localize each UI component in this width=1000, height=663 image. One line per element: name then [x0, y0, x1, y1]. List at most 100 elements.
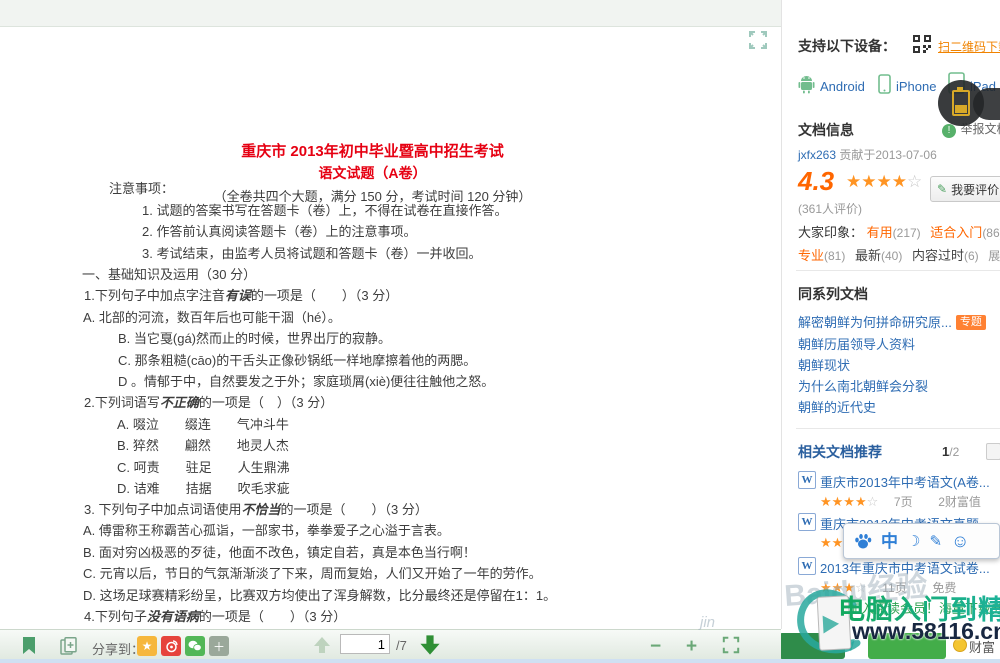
qr-download-link[interactable]: 扫二维码下载 — [938, 38, 1000, 55]
qr-code-icon — [912, 34, 932, 54]
related-item-1[interactable]: 重庆市2013年中考语文(A卷... — [820, 472, 990, 491]
bottom-edge-strip — [0, 659, 1000, 663]
sidebar: 支持以下设备： 扫二维码下载 Android iPhone — [790, 0, 1000, 663]
related-pagination: 1/2 — [942, 444, 959, 459]
doc-q3-a: A. 傅雷称王称霸苦心孤诣，一部家书，拳拳爱子之心溢于言表。 — [83, 522, 450, 539]
battery-icon — [952, 90, 970, 116]
more-share-icon[interactable]: ＋ — [209, 636, 229, 656]
impression-tag[interactable]: 最新 — [855, 248, 881, 263]
wechat-share-icon[interactable] — [185, 636, 205, 656]
qzone-share-icon[interactable]: ★ — [137, 636, 157, 656]
page-count: 7页 — [894, 495, 913, 509]
moon-icon[interactable]: ☽ — [907, 534, 920, 549]
download-doc-button[interactable] — [779, 633, 845, 659]
continue-read-button[interactable] — [868, 633, 946, 659]
q3-suffix: 的一项是（ ）（3 分） — [280, 502, 427, 517]
impression-row-1: 大家印象： 有用(217) 适合入门(86) — [798, 222, 1000, 241]
word-doc-icon: W — [798, 513, 816, 531]
zoom-in-button[interactable]: + — [686, 637, 697, 656]
impression-tag-count: (217) — [893, 226, 921, 240]
smiley-icon[interactable]: ☺ — [951, 532, 969, 550]
impression-tag-count: (81) — [824, 249, 845, 263]
device-iphone-link[interactable]: iPhone — [896, 79, 936, 94]
related-prev-button[interactable] — [986, 443, 1000, 460]
fullscreen-expand-icon[interactable] — [748, 30, 768, 50]
next-page-icon[interactable] — [418, 633, 442, 657]
wenku-viewer-page: 重庆市 2013年初中毕业暨高中招生考试 语文试题（A卷） （全卷共四个大题，满… — [0, 0, 1000, 663]
device-android-link[interactable]: Android — [820, 79, 865, 94]
pencil-icon: ✎ — [937, 182, 947, 196]
stars-empty: ☆ — [867, 494, 879, 509]
doc-q2-b: B. 猝然 翩然 地灵人杰 — [117, 437, 289, 454]
doc-q3-b: B. 面对穷凶极恶的歹徒，他面不改色，镇定自若，真是本色当行啊！ — [83, 544, 476, 561]
reading-member-link[interactable]: 加入阅读会员！海量下载券 — [848, 598, 1000, 617]
related-item-1-meta: ★★★★☆ 7页 2财富值 — [820, 493, 981, 510]
page-number-input[interactable] — [340, 634, 390, 654]
copy-doc-icon[interactable] — [60, 637, 78, 655]
series-item-5[interactable]: 朝鲜的近代史 — [798, 397, 876, 416]
baidu-paw-icon[interactable] — [854, 533, 872, 549]
divider — [796, 270, 1000, 271]
doc-title: 重庆市 2013年初中毕业暨高中招生考试 — [0, 140, 745, 161]
series-item-1[interactable]: 解密朝鲜为何拼命研究原...专题 — [798, 312, 986, 331]
bookmark-icon[interactable] — [22, 637, 36, 655]
devices-label: 支持以下设备： — [798, 36, 896, 56]
doc-notice-heading: 注意事项： — [109, 180, 174, 197]
price-label: 2财富值 — [938, 495, 981, 509]
toolbar-fullscreen-icon[interactable] — [722, 636, 740, 654]
impression-tag-count: (86) — [982, 226, 1000, 240]
viewer-sidebar-divider — [781, 0, 782, 629]
expand-link[interactable]: 展开 — [988, 249, 1000, 263]
zoom-out-button[interactable]: − — [650, 637, 661, 656]
contribute-date: 贡献于2013-07-06 — [839, 148, 936, 162]
weibo-share-icon[interactable] — [161, 636, 181, 656]
doc-q3-c: C. 元宵以后，节日的气氛渐渐淡了下来，周而复始，人们又开始了一年的劳作。 — [83, 565, 542, 582]
doc-q4: 4.下列句子没有语病的一项是（ ）（3 分） — [84, 608, 346, 625]
rate-button-label: 我要评价 — [951, 181, 999, 198]
q1-suffix: 的一项是（ ）（3 分） — [251, 288, 398, 303]
pencil-icon[interactable]: ✎ — [929, 534, 942, 549]
series-item-4[interactable]: 为什么南北朝鲜会分裂 — [798, 376, 928, 395]
rate-button[interactable]: ✎ 我要评价 — [930, 176, 1000, 202]
wealth-label: 财富 — [969, 637, 995, 656]
topic-badge: 专题 — [956, 315, 986, 330]
q4-emphasis: 没有语病 — [147, 609, 199, 624]
uploader-link[interactable]: jxfx263 — [798, 148, 836, 162]
doc-q2-c: C. 呵责 驻足 人生鼎沸 — [117, 459, 290, 476]
page-count: 11页 — [882, 581, 906, 595]
impression-tag[interactable]: 内容过时 — [912, 248, 964, 263]
report-icon: ! — [942, 124, 956, 138]
impression-tag[interactable]: 适合入门 — [930, 225, 982, 240]
series-item-2[interactable]: 朝鲜历届领导人资料 — [798, 334, 915, 353]
viewer-toolbar: 分享到： ★ ＋ /7 − + — [0, 629, 781, 660]
word-doc-icon: W — [798, 471, 816, 489]
doc-q2: 2.下列词语写不正确的一项是（ ）（3 分） — [84, 394, 333, 411]
series-heading: 同系列文档 — [798, 284, 868, 304]
doc-q2-a: A. 啜泣 缀连 气冲斗牛 — [117, 416, 289, 433]
doc-q1-d: D 。情郁于中，自然要发之于外；家庭琐屑(xiè)便往往触他之怒。 — [118, 373, 494, 390]
related-item-3-meta: ★★★☆ 11页 免费 — [820, 579, 956, 596]
stars-filled: ★★★★ — [820, 494, 867, 509]
q2-suffix: 的一项是（ ）（3 分） — [199, 395, 333, 410]
impression-tag-count: (6) — [964, 249, 979, 263]
prev-page-icon[interactable] — [312, 635, 332, 655]
document-page: 重庆市 2013年初中毕业暨高中招生考试 语文试题（A卷） （全卷共四个大题，满… — [0, 27, 781, 629]
q2-emphasis: 不正确 — [160, 395, 199, 410]
rating-stars[interactable]: ★★★★☆ — [846, 172, 922, 192]
divider — [796, 428, 1000, 429]
ime-chinese-mode-icon[interactable]: 中 — [881, 533, 898, 550]
stars-empty: ☆ — [907, 172, 922, 191]
stars-empty: ☆ — [855, 580, 867, 595]
doc-q3-d: D. 这场足球赛精彩纷呈，比赛双方均使出了浑身解数，比分最终还是停留在1：1。 — [83, 587, 556, 604]
rating-score: 4.3 — [798, 166, 834, 197]
doc-notice-2: 2. 作答前认真阅读答题卡（卷）上的注意事项。 — [142, 223, 416, 240]
ime-toolbar[interactable]: 中 ☽ ✎ ☺ — [843, 523, 1000, 559]
impression-tag[interactable]: 专业 — [798, 248, 824, 263]
iphone-icon — [878, 74, 891, 94]
related-item-3[interactable]: 2013年重庆市中考语文试卷... — [820, 558, 990, 577]
stars-filled: ★★★★ — [846, 172, 907, 191]
uploader-row: jxfx263 贡献于2013-07-06 — [798, 146, 937, 163]
series-item-3[interactable]: 朝鲜现状 — [798, 355, 850, 374]
impression-tag[interactable]: 有用 — [867, 225, 893, 240]
battery-widget-circle[interactable] — [938, 80, 984, 126]
